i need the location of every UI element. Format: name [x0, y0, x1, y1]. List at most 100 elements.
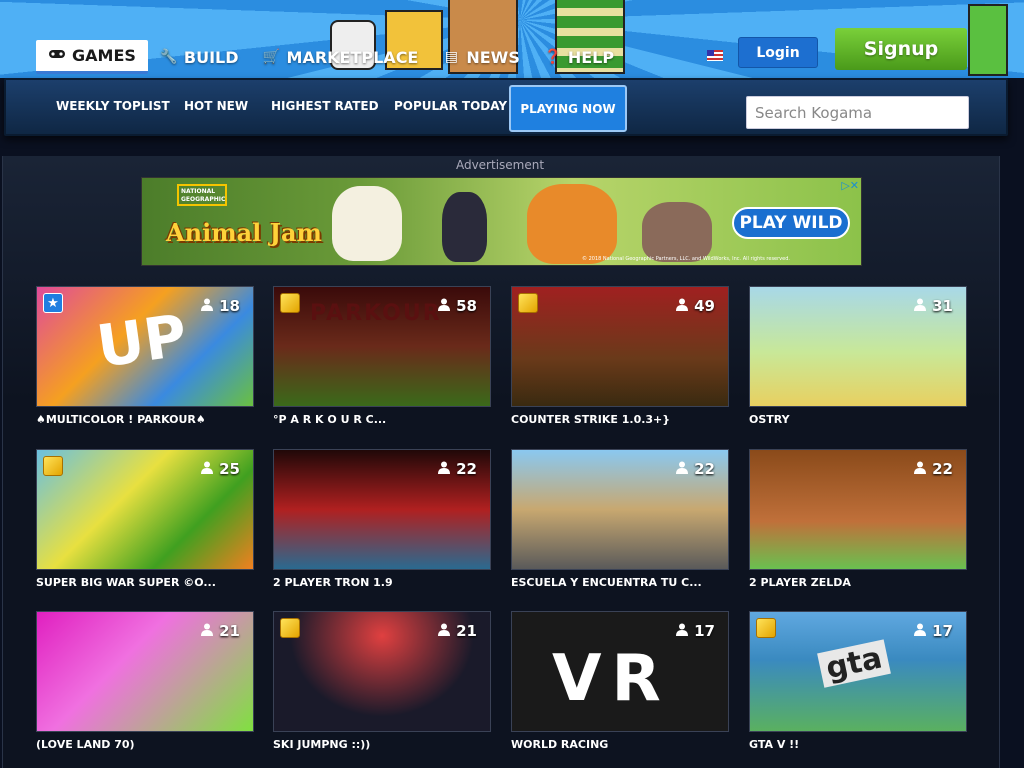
- game-title[interactable]: 2 PLAYER ZELDA: [749, 576, 851, 589]
- game-card[interactable]: 22 2 PLAYER ZELDA: [749, 449, 967, 599]
- ad-tiger-figure: [527, 184, 617, 264]
- gold-cube-icon: [518, 293, 538, 313]
- nav-help[interactable]: ❓ HELP: [532, 40, 626, 74]
- question-icon: ❓: [544, 49, 562, 65]
- player-count: 17: [914, 622, 953, 640]
- thumb-gta-text: gta: [817, 639, 891, 688]
- player-count-value: 25: [219, 460, 240, 478]
- player-count-value: 22: [456, 460, 477, 478]
- signup-button[interactable]: Signup: [835, 28, 967, 70]
- player-count: 49: [676, 297, 715, 315]
- game-title[interactable]: SUPER BIG WAR SUPER ©O...: [36, 576, 216, 589]
- game-title[interactable]: °P A R K O U R C...: [273, 413, 386, 426]
- game-title[interactable]: 2 PLAYER TRON 1.9: [273, 576, 393, 589]
- nav-marketplace[interactable]: 🛒 MARKETPLACE: [251, 40, 431, 74]
- game-title[interactable]: ♠MULTICOLOR ! PARKOUR♠: [36, 413, 206, 426]
- player-count: 58: [438, 297, 477, 315]
- player-count: 31: [914, 297, 953, 315]
- search-input[interactable]: [746, 96, 969, 129]
- player-count: 21: [201, 622, 240, 640]
- advertisement-label: Advertisement: [455, 158, 545, 172]
- tab-playing-now[interactable]: PLAYING NOW: [509, 85, 627, 132]
- nav-help-label: HELP: [567, 47, 615, 67]
- person-icon: [438, 623, 451, 640]
- player-count: 17: [676, 622, 715, 640]
- game-title[interactable]: COUNTER STRIKE 1.0.3+}: [511, 413, 670, 426]
- ad-play-wild-button[interactable]: PLAY WILD: [732, 207, 850, 239]
- ad-raccoon-figure: [642, 202, 712, 262]
- ad-penguin-figure: [442, 192, 487, 262]
- login-button[interactable]: Login: [738, 37, 818, 68]
- person-icon: [201, 623, 214, 640]
- games-subnav: WEEKLY TOPLIST HOT NEW HIGHEST RATED POP…: [4, 78, 1008, 136]
- game-title[interactable]: SKI JUMPNG ::)): [273, 738, 370, 751]
- game-card[interactable]: gta 17 GTA V !!: [749, 611, 967, 761]
- thumb-parkour-text: PARKOUR: [310, 301, 442, 326]
- game-title[interactable]: ESCUELA Y ENCUENTRA TU C...: [511, 576, 702, 589]
- player-count-value: 22: [932, 460, 953, 478]
- person-icon: [914, 623, 927, 640]
- nav-build[interactable]: 🔧 BUILD: [148, 40, 251, 74]
- game-card[interactable]: 25 SUPER BIG WAR SUPER ©O...: [36, 449, 254, 599]
- wrench-icon: 🔧: [160, 49, 178, 65]
- game-card[interactable]: 49 COUNTER STRIKE 1.0.3+}: [511, 286, 729, 436]
- nav-marketplace-label: MARKETPLACE: [286, 47, 419, 67]
- game-title[interactable]: WORLD RACING: [511, 738, 608, 751]
- game-card[interactable]: 22 ESCUELA Y ENCUENTRA TU C...: [511, 449, 729, 599]
- person-icon: [676, 461, 689, 478]
- person-icon: [201, 461, 214, 478]
- nav-news[interactable]: ▤ NEWS: [430, 40, 532, 74]
- player-count-value: 31: [932, 297, 953, 315]
- person-icon: [676, 623, 689, 640]
- ad-unicorn-figure: [332, 186, 402, 261]
- tab-highest-rated[interactable]: HIGHEST RATED: [271, 99, 379, 113]
- cart-icon: 🛒: [262, 49, 281, 65]
- gold-cube-icon: [280, 293, 300, 313]
- game-title[interactable]: OSTRY: [749, 413, 790, 426]
- player-count: 22: [676, 460, 715, 478]
- game-card[interactable]: 31 OSTRY: [749, 286, 967, 436]
- ad-footer: © 2018 National Geographic Partners, LLC…: [582, 256, 790, 262]
- newspaper-icon: ▤: [444, 49, 458, 65]
- person-icon: [438, 461, 451, 478]
- tab-popular-today[interactable]: POPULAR TODAY: [394, 99, 507, 113]
- main-nav: GAMES 🔧 BUILD 🛒 MARKETPLACE ▤ NEWS ❓ HEL…: [36, 39, 626, 75]
- nav-games[interactable]: GAMES: [36, 40, 148, 74]
- game-card[interactable]: PARKOUR 58 °P A R K O U R C...: [273, 286, 491, 436]
- player-count: 25: [201, 460, 240, 478]
- player-count: 22: [914, 460, 953, 478]
- player-count: 21: [438, 622, 477, 640]
- gold-cube-icon: [280, 618, 300, 638]
- tab-weekly-toplist[interactable]: WEEKLY TOPLIST: [56, 99, 170, 113]
- nav-build-label: BUILD: [183, 47, 239, 67]
- game-title[interactable]: GTA V !!: [749, 738, 799, 751]
- player-count-value: 22: [694, 460, 715, 478]
- game-card[interactable]: 21 (LOVE LAND 70): [36, 611, 254, 761]
- player-count-value: 58: [456, 297, 477, 315]
- player-count: 22: [438, 460, 477, 478]
- ad-choices-icon[interactable]: ▷✕: [841, 179, 859, 192]
- player-count-value: 18: [219, 297, 240, 315]
- person-icon: [201, 298, 214, 315]
- game-card[interactable]: 22 2 PLAYER TRON 1.9: [273, 449, 491, 599]
- player-count-value: 49: [694, 297, 715, 315]
- game-card[interactable]: 21SKI JUMPNG ::)): [273, 611, 491, 761]
- nav-games-label: GAMES: [72, 46, 136, 65]
- person-icon: [676, 298, 689, 315]
- thumb-up-text: UP: [92, 301, 191, 381]
- tab-hot-new[interactable]: HOT NEW: [184, 99, 248, 113]
- game-title[interactable]: (LOVE LAND 70): [36, 738, 135, 751]
- banner-character: [968, 4, 1008, 76]
- player-count-value: 17: [932, 622, 953, 640]
- gold-cube-icon: [756, 618, 776, 638]
- person-icon: [914, 298, 927, 315]
- game-card[interactable]: VR 17 WORLD RACING: [511, 611, 729, 761]
- featured-star-icon: ★: [43, 293, 63, 313]
- advertisement-banner[interactable]: NATIONAL GEOGRAPHIC Animal Jam PLAY WILD…: [141, 177, 862, 266]
- thumb-vr-text: VR: [552, 642, 671, 716]
- nav-news-label: NEWS: [466, 47, 520, 67]
- game-card[interactable]: UP ★ 18 ♠MULTICOLOR ! PARKOUR♠: [36, 286, 254, 436]
- gamepad-icon: [48, 48, 66, 64]
- language-flag-icon[interactable]: [707, 50, 723, 61]
- player-count-value: 17: [694, 622, 715, 640]
